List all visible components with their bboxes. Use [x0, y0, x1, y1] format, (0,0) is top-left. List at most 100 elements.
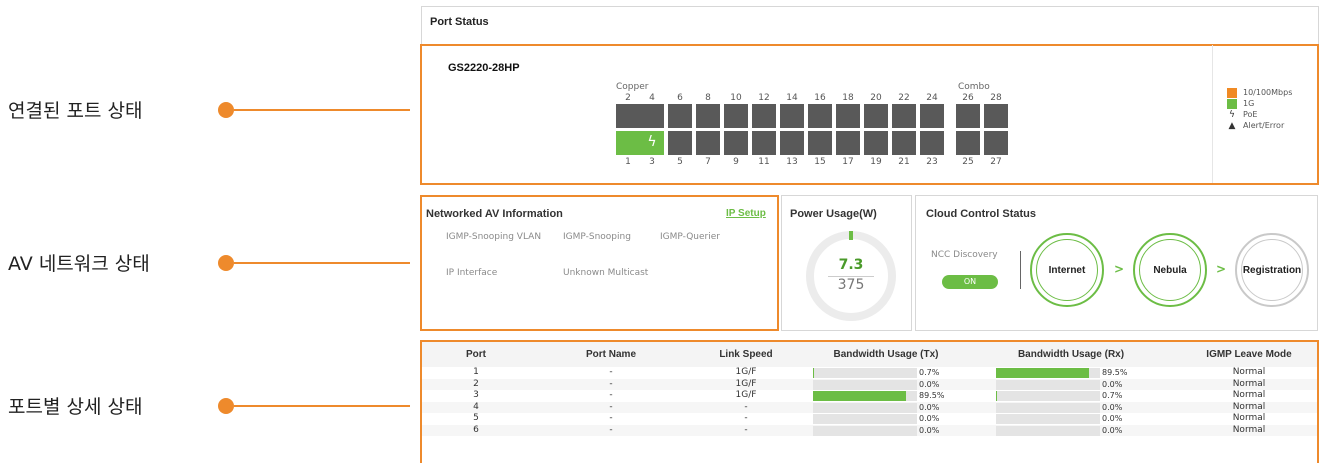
callout-av-status: AV 네트워크 상태 — [0, 249, 410, 276]
port-number: 20 — [870, 93, 882, 103]
internet-label: Internet — [1048, 264, 1086, 276]
port-26[interactable] — [956, 104, 980, 128]
port-1[interactable] — [616, 131, 640, 155]
lightning-icon: ϟ — [647, 134, 657, 150]
port-number: 4 — [649, 93, 655, 103]
arrow-right-icon: > — [1216, 262, 1227, 276]
cloud-title: Cloud Control Status — [926, 208, 1036, 220]
port-number: 9 — [733, 157, 739, 167]
legend-label: 10/100Mbps — [1243, 88, 1293, 97]
legend-item: ▲ Alert/Error — [1227, 120, 1292, 131]
legend-item: 10/100Mbps — [1227, 87, 1292, 98]
callout-label: AV 네트워크 상태 — [8, 253, 150, 275]
av-item: IGMP-Querier — [660, 232, 720, 242]
port-status-title: Port Status — [430, 16, 489, 28]
port-27[interactable] — [984, 131, 1008, 155]
port-7[interactable] — [696, 131, 720, 155]
port-number: 16 — [814, 93, 826, 103]
port-number: 7 — [705, 157, 711, 167]
power-gauge-fill — [849, 231, 853, 240]
callout-dot — [218, 101, 234, 118]
av-info-title: Networked AV Information — [426, 208, 563, 220]
legend-item: 1G — [1227, 98, 1292, 109]
port-22[interactable] — [892, 104, 916, 128]
callout-port-status: 연결된 포트 상태 — [0, 96, 410, 123]
port-number: 2 — [625, 93, 631, 103]
power-max: 375 — [837, 277, 865, 293]
port-number: 25 — [962, 157, 974, 167]
port-number: 21 — [898, 157, 910, 167]
green-swatch — [1227, 98, 1237, 109]
port-15[interactable] — [808, 131, 832, 155]
port-14[interactable] — [780, 104, 804, 128]
port-11[interactable] — [752, 131, 776, 155]
av-item: IGMP-Snooping VLAN — [446, 232, 542, 242]
port-2[interactable] — [616, 104, 640, 128]
ncc-discovery-toggle[interactable]: ON — [942, 275, 998, 289]
port-number: 5 — [677, 157, 683, 167]
callout-line — [234, 261, 410, 264]
port-23[interactable] — [920, 131, 944, 155]
av-item: IP Interface — [446, 268, 498, 278]
lightning-icon: ϟ — [1229, 109, 1235, 120]
port-13[interactable] — [780, 131, 804, 155]
port-12[interactable] — [752, 104, 776, 128]
av-item: IGMP-Snooping — [563, 232, 631, 242]
registration-status-inner: Registration — [1241, 239, 1303, 301]
port-5[interactable] — [668, 131, 692, 155]
port-number: 26 — [962, 93, 974, 103]
nebula-status-inner: Nebula — [1139, 239, 1201, 301]
port-number: 28 — [990, 93, 1002, 103]
internet-status-inner: Internet — [1036, 239, 1098, 301]
port-number: 15 — [814, 157, 826, 167]
port-4[interactable] — [640, 104, 664, 128]
divider — [1212, 45, 1213, 183]
callout-dot — [218, 254, 234, 271]
internet-status: Internet — [1030, 233, 1104, 307]
registration-label: Registration — [1242, 264, 1302, 276]
port-number: 19 — [870, 157, 882, 167]
port-18[interactable] — [836, 104, 860, 128]
port-number: 18 — [842, 93, 854, 103]
port-19[interactable] — [864, 131, 888, 155]
nebula-status: Nebula — [1133, 233, 1207, 307]
port-28[interactable] — [984, 104, 1008, 128]
table-highlight — [420, 340, 1319, 463]
port-number: 11 — [758, 157, 770, 167]
port-17[interactable] — [836, 131, 860, 155]
callout-port-detail: 포트별 상세 상태 — [0, 392, 410, 419]
port-8[interactable] — [696, 104, 720, 128]
port-number: 13 — [786, 157, 798, 167]
port-25[interactable] — [956, 131, 980, 155]
port-21[interactable] — [892, 131, 916, 155]
port-24[interactable] — [920, 104, 944, 128]
port-16[interactable] — [808, 104, 832, 128]
callout-line — [234, 108, 410, 111]
callout-label: 포트별 상세 상태 — [8, 396, 143, 418]
av-item: Unknown Multicast — [563, 268, 649, 278]
port-number: 8 — [705, 93, 711, 103]
legend-label: PoE — [1243, 110, 1258, 119]
port-number: 10 — [730, 93, 742, 103]
port-6[interactable] — [668, 104, 692, 128]
port-20[interactable] — [864, 104, 888, 128]
port-number: 23 — [926, 157, 938, 167]
copper-label: Copper — [616, 82, 649, 92]
legend-label: 1G — [1243, 99, 1255, 108]
port-number: 17 — [842, 157, 854, 167]
callout-label: 연결된 포트 상태 — [8, 100, 143, 122]
port-10[interactable] — [724, 104, 748, 128]
port-number: 6 — [677, 93, 683, 103]
registration-status: Registration — [1235, 233, 1309, 307]
port-3[interactable]: ϟ — [640, 131, 664, 155]
power-title: Power Usage(W) — [790, 208, 877, 220]
port-legend: 10/100Mbps 1G ϟ PoE ▲ Alert/Error — [1227, 87, 1292, 131]
warning-triangle-icon: ▲ — [1228, 120, 1236, 131]
port-number: 12 — [758, 93, 770, 103]
arrow-right-icon: > — [1114, 262, 1125, 276]
ip-setup-link[interactable]: IP Setup — [726, 208, 766, 219]
port-number: 3 — [649, 157, 655, 167]
port-number: 1 — [625, 157, 631, 167]
port-9[interactable] — [724, 131, 748, 155]
port-number: 22 — [898, 93, 910, 103]
